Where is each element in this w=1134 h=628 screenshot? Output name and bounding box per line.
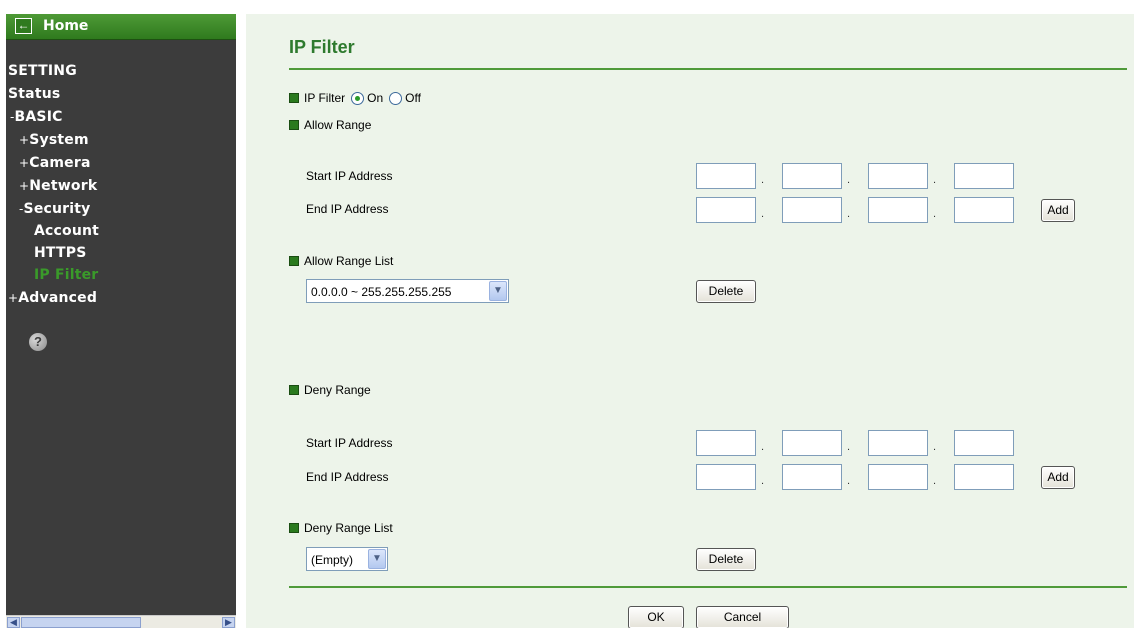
ip-separator: . xyxy=(761,208,765,220)
home-link[interactable]: ← Home xyxy=(6,14,236,40)
scroll-left-icon[interactable]: ◀ xyxy=(7,617,20,628)
deny-delete-button[interactable]: Delete xyxy=(696,548,756,571)
sidebar-item-label: Camera xyxy=(29,155,91,171)
ip-filter-row: IP Filter On Off xyxy=(289,91,421,105)
allow-start-ip-octet-3[interactable] xyxy=(868,163,928,189)
sidebar-heading-setting: SETTING xyxy=(8,63,77,79)
allow-start-ip-octet-4[interactable] xyxy=(954,163,1014,189)
ip-separator: . xyxy=(933,441,937,453)
on-label: On xyxy=(367,91,384,105)
ip-separator: . xyxy=(761,174,765,186)
sidebar-item-advanced[interactable]: +Advanced xyxy=(8,290,97,306)
help-icon[interactable]: ? xyxy=(29,333,47,351)
ip-filter-off-radio[interactable] xyxy=(389,91,403,105)
allow-range-label: Allow Range xyxy=(304,118,372,132)
sidebar-item-ip-filter[interactable]: IP Filter xyxy=(34,267,98,283)
footer-divider xyxy=(289,586,1127,588)
sidebar-item-label: System xyxy=(29,132,89,148)
ip-separator: . xyxy=(933,174,937,186)
sidebar-item-security[interactable]: -Security xyxy=(19,201,91,217)
allow-add-button[interactable]: Add xyxy=(1041,199,1075,222)
expand-icon: + xyxy=(8,291,19,305)
deny-add-button[interactable]: Add xyxy=(1041,466,1075,489)
deny-range-label: Deny Range xyxy=(304,383,371,397)
scrollbar-thumb[interactable] xyxy=(21,617,141,628)
sidebar-item-status[interactable]: Status xyxy=(8,86,60,102)
home-label: Home xyxy=(43,18,89,34)
allow-end-ip-octet-1[interactable] xyxy=(696,197,756,223)
allow-start-ip-label: Start IP Address xyxy=(306,169,393,183)
allow-range-selected-value: 0.0.0.0 ~ 255.255.255.255 xyxy=(311,285,452,299)
allow-end-ip-octet-2[interactable] xyxy=(782,197,842,223)
ip-separator: . xyxy=(933,475,937,487)
section-bullet-icon xyxy=(289,385,299,395)
allow-end-ip-octet-3[interactable] xyxy=(868,197,928,223)
sidebar-item-basic[interactable]: -BASIC xyxy=(10,109,63,125)
allow-start-ip-octet-2[interactable] xyxy=(782,163,842,189)
allow-range-list-heading: Allow Range List xyxy=(289,254,393,268)
page-title: IP Filter xyxy=(289,37,355,57)
main-panel: IP Filter IP Filter On Off Allow Range S… xyxy=(246,14,1134,628)
scroll-right-icon[interactable]: ▶ xyxy=(222,617,235,628)
deny-start-ip-octet-4[interactable] xyxy=(954,430,1014,456)
deny-range-selected-value: (Empty) xyxy=(311,553,353,567)
sidebar: ← Home SETTING Status -BASIC +System +Ca… xyxy=(6,14,236,628)
sidebar-item-camera[interactable]: +Camera xyxy=(19,155,91,171)
deny-range-list-select[interactable]: (Empty) ▼ xyxy=(306,547,388,571)
section-bullet-icon xyxy=(289,256,299,266)
deny-start-ip-octet-2[interactable] xyxy=(782,430,842,456)
sidebar-item-https[interactable]: HTTPS xyxy=(34,245,86,261)
deny-end-ip-octet-2[interactable] xyxy=(782,464,842,490)
sidebar-item-system[interactable]: +System xyxy=(19,132,89,148)
title-divider xyxy=(289,68,1127,70)
allow-range-heading: Allow Range xyxy=(289,118,371,132)
deny-start-ip-label: Start IP Address xyxy=(306,436,393,450)
sidebar-item-label: Security xyxy=(23,201,91,217)
off-label: Off xyxy=(405,91,421,105)
expand-icon: + xyxy=(19,133,30,147)
allow-range-list-select[interactable]: 0.0.0.0 ~ 255.255.255.255 ▼ xyxy=(306,279,509,303)
deny-end-ip-label: End IP Address xyxy=(306,470,389,484)
allow-start-ip-octet-1[interactable] xyxy=(696,163,756,189)
cancel-button[interactable]: Cancel xyxy=(696,606,789,628)
ip-separator: . xyxy=(761,441,765,453)
ok-button[interactable]: OK xyxy=(628,606,684,628)
deny-end-ip-octet-4[interactable] xyxy=(954,464,1014,490)
section-bullet-icon xyxy=(289,93,299,103)
ip-filter-on-radio[interactable] xyxy=(351,91,365,105)
section-bullet-icon xyxy=(289,120,299,130)
ip-separator: . xyxy=(761,475,765,487)
deny-range-list-heading: Deny Range List xyxy=(289,521,393,535)
chevron-down-icon: ▼ xyxy=(489,281,507,301)
deny-end-ip-octet-1[interactable] xyxy=(696,464,756,490)
ip-separator: . xyxy=(847,475,851,487)
ip-separator: . xyxy=(847,208,851,220)
ip-separator: . xyxy=(933,208,937,220)
deny-range-list-label: Deny Range List xyxy=(304,521,393,535)
ip-separator: . xyxy=(847,174,851,186)
sidebar-scrollbar[interactable]: ◀ ▶ xyxy=(6,615,236,628)
arrow-left-icon: ← xyxy=(15,18,32,34)
expand-icon: + xyxy=(19,179,30,193)
allow-range-list-label: Allow Range List xyxy=(304,254,394,268)
deny-start-ip-octet-1[interactable] xyxy=(696,430,756,456)
allow-delete-button[interactable]: Delete xyxy=(696,280,756,303)
allow-end-ip-label: End IP Address xyxy=(306,202,389,216)
ip-filter-label: IP Filter xyxy=(304,91,346,105)
ip-separator: . xyxy=(847,441,851,453)
sidebar-item-label: Advanced xyxy=(18,290,98,306)
section-bullet-icon xyxy=(289,523,299,533)
sidebar-item-label: BASIC xyxy=(14,109,63,125)
chevron-down-icon: ▼ xyxy=(368,549,386,569)
allow-end-ip-octet-4[interactable] xyxy=(954,197,1014,223)
expand-icon: + xyxy=(19,156,30,170)
deny-range-heading: Deny Range xyxy=(289,383,371,397)
sidebar-item-network[interactable]: +Network xyxy=(19,178,97,194)
deny-start-ip-octet-3[interactable] xyxy=(868,430,928,456)
sidebar-item-account[interactable]: Account xyxy=(34,223,99,239)
deny-end-ip-octet-3[interactable] xyxy=(868,464,928,490)
sidebar-item-label: Network xyxy=(29,178,98,194)
